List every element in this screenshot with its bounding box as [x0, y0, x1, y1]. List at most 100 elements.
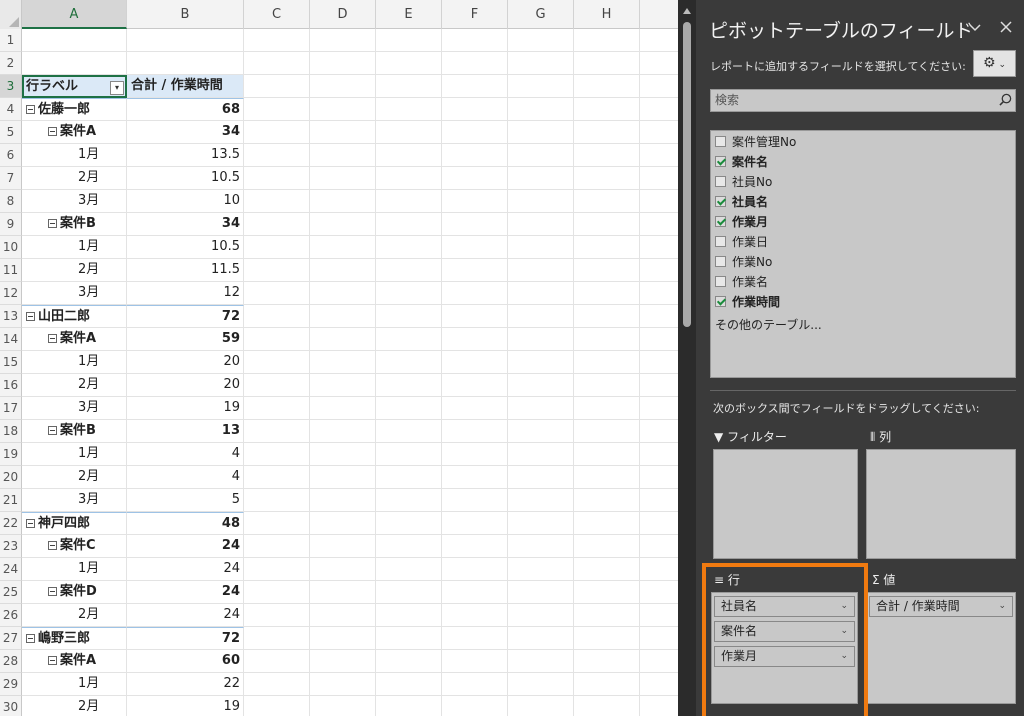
chevron-down-icon[interactable] [968, 20, 982, 34]
empty-cells[interactable] [244, 627, 678, 650]
pivot-value-cell[interactable]: 48 [127, 512, 244, 535]
row-number[interactable]: 15 [0, 351, 22, 374]
row-number[interactable]: 3 [0, 75, 22, 98]
collapse-icon[interactable] [48, 426, 57, 435]
pivot-value-cell[interactable] [127, 29, 244, 52]
column-header-b[interactable]: B [127, 0, 244, 29]
collapse-icon[interactable] [26, 519, 35, 528]
pivot-value-cell[interactable]: 4 [127, 466, 244, 489]
field-item[interactable]: 案件名 [715, 152, 768, 172]
cell[interactable] [22, 52, 127, 75]
field-item[interactable]: 作業時間 [715, 292, 780, 312]
pivot-value-cell[interactable]: 10.5 [127, 167, 244, 190]
row-number[interactable]: 26 [0, 604, 22, 627]
pivot-row-label[interactable]: 案件A [22, 650, 127, 673]
pivot-value-cell[interactable]: 24 [127, 558, 244, 581]
pivot-value-cell[interactable]: 24 [127, 581, 244, 604]
pivot-row-label[interactable]: 2月 [22, 466, 127, 489]
field-item[interactable]: 作業日 [715, 232, 768, 252]
pivot-value-cell[interactable]: 10.5 [127, 236, 244, 259]
pivot-value-cell[interactable]: 5 [127, 489, 244, 512]
pivot-value-cell[interactable]: 34 [127, 121, 244, 144]
field-item[interactable]: 作業名 [715, 272, 768, 292]
row-number[interactable]: 29 [0, 673, 22, 696]
row-number[interactable]: 22 [0, 512, 22, 535]
column-header-h[interactable]: H [574, 0, 640, 29]
select-all-corner[interactable] [0, 0, 22, 29]
pivot-row-label[interactable]: 3月 [22, 397, 127, 420]
filter-area-box[interactable] [713, 449, 858, 559]
spreadsheet-grid[interactable]: ABCDEFGH 1 2 3 行ラベル ▾ 合計 / 作業時間 4 佐藤一郎 68 5 案件A 34 6… [0, 0, 678, 716]
empty-cells[interactable] [244, 305, 678, 328]
empty-cells[interactable] [244, 650, 678, 673]
pivot-row-label[interactable]: 案件B [22, 420, 127, 443]
empty-cells[interactable] [244, 374, 678, 397]
column-header-e[interactable]: E [376, 0, 442, 29]
field-search-input[interactable]: 検索 [710, 89, 1016, 112]
pivot-row-label[interactable]: 案件A [22, 328, 127, 351]
empty-cells[interactable] [244, 420, 678, 443]
empty-cells[interactable] [244, 190, 678, 213]
pivot-row-label[interactable]: 1月 [22, 351, 127, 374]
empty-cells[interactable] [244, 466, 678, 489]
collapse-icon[interactable] [26, 634, 35, 643]
pivot-row-label[interactable]: 1月 [22, 443, 127, 466]
column-header-d[interactable]: D [310, 0, 376, 29]
pivot-row-label-header[interactable]: 行ラベル ▾ [22, 75, 127, 98]
row-number[interactable]: 25 [0, 581, 22, 604]
pivot-value-cell[interactable]: 13.5 [127, 144, 244, 167]
pivot-row-label[interactable]: 神戸四郎 [22, 512, 127, 535]
pivot-value-cell[interactable]: 72 [127, 305, 244, 328]
pivot-row-label[interactable]: 3月 [22, 190, 127, 213]
row-number[interactable]: 24 [0, 558, 22, 581]
column-header-c[interactable]: C [244, 0, 310, 29]
column-header-a[interactable]: A [22, 0, 127, 29]
empty-cells[interactable] [244, 581, 678, 604]
scroll-up-arrow-icon[interactable] [683, 8, 691, 14]
pivot-row-label[interactable]: 案件C [22, 535, 127, 558]
row-number[interactable]: 17 [0, 397, 22, 420]
checkbox-checked[interactable] [715, 216, 726, 227]
pivot-value-header[interactable]: 合計 / 作業時間 [127, 75, 244, 98]
collapse-icon[interactable] [48, 334, 57, 343]
pivot-row-label[interactable]: 案件A [22, 121, 127, 144]
checkbox-unchecked[interactable] [715, 236, 726, 247]
empty-cells[interactable] [244, 75, 678, 98]
empty-cells[interactable] [244, 558, 678, 581]
row-number[interactable]: 6 [0, 144, 22, 167]
checkbox-checked[interactable] [715, 156, 726, 167]
pivot-value-cell[interactable]: 12 [127, 282, 244, 305]
column-header-g[interactable]: G [508, 0, 574, 29]
collapse-icon[interactable] [48, 587, 57, 596]
pivot-row-label[interactable]: 1月 [22, 673, 127, 696]
field-item[interactable]: 作業月 [715, 212, 768, 232]
collapse-icon[interactable] [26, 105, 35, 114]
more-tables-link[interactable]: その他のテーブル... [715, 316, 822, 333]
row-number[interactable]: 9 [0, 213, 22, 236]
checkbox-checked[interactable] [715, 296, 726, 307]
row-number[interactable]: 20 [0, 466, 22, 489]
empty-cells[interactable] [244, 489, 678, 512]
row-number[interactable]: 23 [0, 535, 22, 558]
pivot-row-label[interactable]: 2月 [22, 696, 127, 716]
row-number[interactable]: 28 [0, 650, 22, 673]
pivot-row-label[interactable]: 3月 [22, 489, 127, 512]
checkbox-unchecked[interactable] [715, 276, 726, 287]
checkbox-unchecked[interactable] [715, 136, 726, 147]
pivot-row-label[interactable]: 1月 [22, 236, 127, 259]
empty-cells[interactable] [244, 512, 678, 535]
collapse-icon[interactable] [48, 127, 57, 136]
empty-cells[interactable] [244, 213, 678, 236]
pivot-row-label[interactable]: 嶋野三郎 [22, 627, 127, 650]
pivot-value-cell[interactable]: 19 [127, 397, 244, 420]
empty-cells[interactable] [244, 673, 678, 696]
row-number[interactable]: 1 [0, 29, 22, 52]
checkbox-unchecked[interactable] [715, 176, 726, 187]
pivot-value-cell[interactable]: 10 [127, 190, 244, 213]
pivot-value-cell[interactable]: 68 [127, 98, 244, 121]
empty-cells[interactable] [244, 167, 678, 190]
checkbox-unchecked[interactable] [715, 256, 726, 267]
pivot-row-label[interactable]: 山田二郎 [22, 305, 127, 328]
row-number[interactable]: 4 [0, 98, 22, 121]
row-number[interactable]: 5 [0, 121, 22, 144]
